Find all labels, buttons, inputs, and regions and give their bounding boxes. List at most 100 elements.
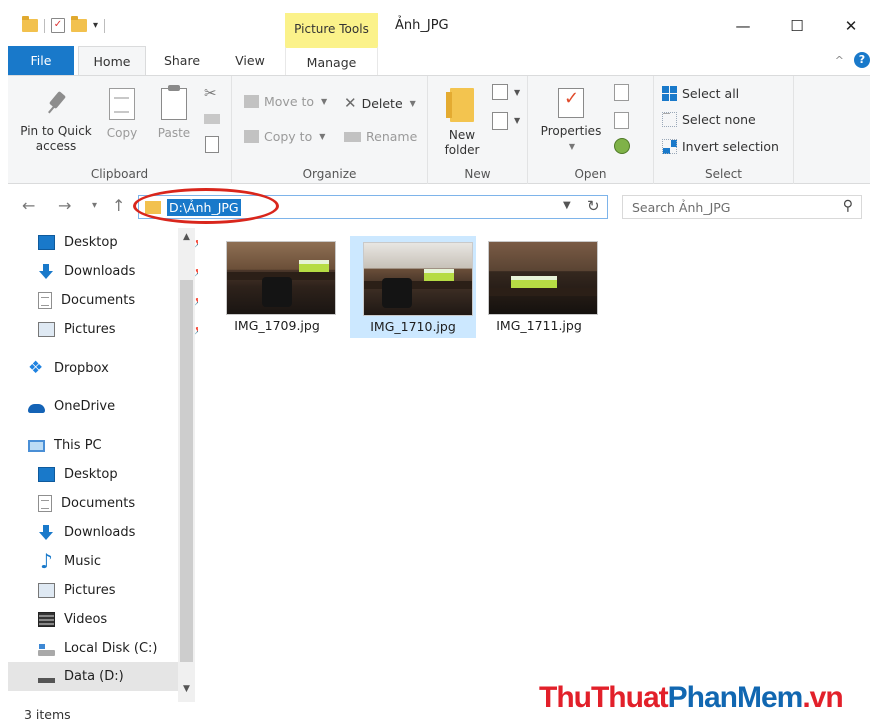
download-icon <box>38 264 55 279</box>
maximize-button[interactable]: ☐ <box>782 12 812 40</box>
forward-arrow-icon[interactable]: → <box>58 196 71 215</box>
easy-access-icon[interactable] <box>492 112 508 130</box>
file-item[interactable]: IMG_1709.jpg <box>214 236 340 338</box>
nav-item-pictures-quick[interactable]: Pictures 📌 <box>38 315 198 344</box>
nav-item-data-d[interactable]: Data (D:) <box>8 662 180 691</box>
properties-button[interactable]: Properties ▼ <box>536 88 606 154</box>
up-arrow-icon[interactable]: ↑ <box>112 196 125 215</box>
properties-check-icon[interactable]: ✓ <box>51 18 65 33</box>
thumbnail-detail <box>511 276 557 288</box>
watermark-part1: ThuThuat <box>539 681 669 714</box>
chevron-down-icon[interactable]: ▼ <box>563 200 571 211</box>
pin-icon <box>42 90 70 118</box>
nav-label: Downloads <box>64 264 136 279</box>
file-item[interactable]: IMG_1711.jpg <box>476 236 602 338</box>
new-folder-icon[interactable] <box>71 16 87 32</box>
file-item-selected[interactable]: IMG_1710.jpg <box>350 236 476 338</box>
nav-label: Videos <box>64 612 108 627</box>
nav-item-documents-quick[interactable]: Documents 📌 <box>38 286 198 315</box>
folder-icon[interactable] <box>22 16 38 32</box>
invert-selection-button[interactable]: Invert selection <box>662 139 779 154</box>
nav-item-onedrive[interactable]: OneDrive <box>28 392 198 421</box>
file-name: IMG_1710.jpg <box>370 319 456 334</box>
select-none-button[interactable]: Select none <box>662 112 756 127</box>
data-drive-icon <box>38 678 55 683</box>
tab-share[interactable]: Share <box>150 46 214 75</box>
move-to-button[interactable]: Move to ▼ <box>244 94 327 109</box>
nav-item-videos[interactable]: Videos <box>38 605 198 634</box>
delete-label: Delete <box>361 95 403 111</box>
collapse-ribbon-icon[interactable]: ^ <box>835 54 844 67</box>
rename-label: Rename <box>366 129 418 144</box>
scroll-down-icon[interactable]: ▼ <box>180 684 193 694</box>
download-icon <box>38 525 55 540</box>
nav-scrollbar-thumb[interactable] <box>180 280 193 662</box>
pin-label-line1: Pin to Quick <box>20 124 92 138</box>
desktop-icon <box>38 467 55 482</box>
copy-label: Copy <box>106 126 138 140</box>
chevron-down-icon: ▼ <box>319 132 326 141</box>
quick-access-toolbar: ✓ ▾ <box>22 16 106 33</box>
select-none-icon <box>662 112 677 127</box>
documents-icon <box>38 495 52 512</box>
scroll-up-icon[interactable]: ▲ <box>180 232 193 242</box>
qat-separator <box>104 18 106 33</box>
tab-view[interactable]: View <box>214 46 286 75</box>
nav-item-desktop[interactable]: Desktop <box>38 460 198 489</box>
pin-to-quick-access-button[interactable]: Pin to Quick access <box>14 90 98 154</box>
nav-label: Desktop <box>64 235 118 250</box>
tab-manage[interactable]: Manage <box>285 46 378 75</box>
minimize-button[interactable]: — <box>728 12 758 40</box>
new-item-icon[interactable] <box>492 84 508 100</box>
tab-file[interactable]: File <box>8 46 74 75</box>
thumbnail-detail <box>489 288 597 296</box>
nav-item-pictures[interactable]: Pictures <box>38 576 198 605</box>
nav-item-downloads[interactable]: Downloads <box>38 518 198 547</box>
copy-button[interactable]: Copy <box>102 88 142 141</box>
close-button[interactable]: ✕ <box>836 12 866 40</box>
cut-icon[interactable]: ✂ <box>204 84 217 102</box>
copy-path-icon[interactable] <box>204 114 220 124</box>
customize-toolbar-icon[interactable]: ▾ <box>93 20 98 31</box>
recent-locations-chevron-icon[interactable]: ▾ <box>92 200 97 211</box>
select-all-button[interactable]: Select all <box>662 86 739 101</box>
ribbon-tabs: File Home Share View Manage <box>0 46 870 76</box>
nav-label: Local Disk (C:) <box>64 641 158 656</box>
nav-item-documents[interactable]: Documents <box>38 489 198 518</box>
refresh-icon[interactable]: ↻ <box>587 197 600 215</box>
paste-icon <box>161 85 187 120</box>
rename-button[interactable]: Rename <box>344 129 417 144</box>
nav-item-desktop-quick[interactable]: Desktop 📌 <box>38 228 198 257</box>
nav-label: This PC <box>54 438 102 453</box>
new-folder-button[interactable]: New folder <box>436 88 488 158</box>
copy-to-button[interactable]: Copy to ▼ <box>244 129 325 144</box>
nav-item-downloads-quick[interactable]: Downloads 📌 <box>38 257 198 286</box>
paste-button[interactable]: Paste <box>152 85 196 141</box>
nav-item-local-disk-c[interactable]: Local Disk (C:) <box>38 634 198 663</box>
history-icon[interactable] <box>614 138 630 154</box>
search-icon[interactable]: ⚲ <box>843 198 853 214</box>
file-name: IMG_1711.jpg <box>496 318 582 333</box>
open-group-label: Open <box>574 167 607 181</box>
navigation-row: ← → ▾ ↑ D:\Ảnh_JPG ▼ ↻ Search Ảnh_JPG ⚲ <box>0 184 870 228</box>
help-icon[interactable]: ? <box>854 52 870 68</box>
edit-icon[interactable] <box>614 112 629 129</box>
nav-item-music[interactable]: Music <box>38 547 198 576</box>
search-box[interactable]: Search Ảnh_JPG ⚲ <box>622 195 862 219</box>
nav-label: Documents <box>61 496 136 511</box>
nav-label: Dropbox <box>54 361 109 376</box>
paste-label: Paste <box>157 126 191 140</box>
highlight-circle <box>133 188 279 224</box>
nav-item-dropbox[interactable]: Dropbox <box>28 354 198 383</box>
nav-label: Desktop <box>64 467 118 482</box>
select-none-label: Select none <box>682 112 756 127</box>
delete-button[interactable]: ✕ Delete ▼ <box>344 94 416 112</box>
open-icon[interactable] <box>614 84 629 101</box>
back-arrow-icon[interactable]: ← <box>22 196 35 215</box>
nav-label: Pictures <box>64 322 116 337</box>
image-thumbnail <box>363 242 473 316</box>
paste-shortcut-icon[interactable] <box>205 136 219 153</box>
picture-tools-context-tab: Picture Tools <box>285 13 378 46</box>
tab-home[interactable]: Home <box>78 46 146 76</box>
nav-item-this-pc[interactable]: This PC <box>28 431 198 460</box>
